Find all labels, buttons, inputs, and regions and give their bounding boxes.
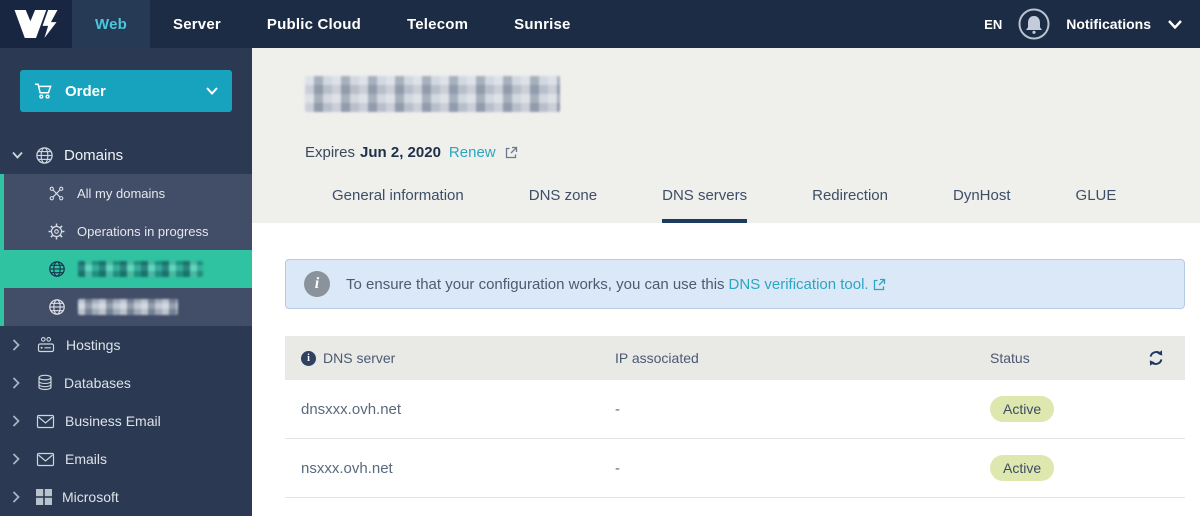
- sidebar-item-emails[interactable]: Emails: [0, 440, 252, 478]
- sidebar-item-domains[interactable]: Domains: [0, 136, 252, 174]
- cart-icon: [34, 82, 53, 100]
- tab-redirection[interactable]: Redirection: [812, 187, 888, 223]
- dns-server-cell: nsxxx.ovh.net: [301, 459, 393, 477]
- tab-dynhost[interactable]: DynHost: [953, 187, 1011, 223]
- external-link-icon[interactable]: [505, 146, 518, 159]
- chevron-right-icon: [12, 491, 20, 503]
- column-header-dns-server: i DNS server: [285, 350, 615, 366]
- microsoft-icon: [36, 489, 52, 505]
- ovh-logo[interactable]: [0, 0, 72, 48]
- envelope-icon: [36, 452, 55, 467]
- expires-date: Jun 2, 2020: [360, 144, 441, 161]
- network-nodes-icon: [48, 185, 65, 202]
- status-badge: Active: [990, 455, 1055, 481]
- sidebar-item-label: Microsoft: [62, 489, 119, 505]
- notifications-bell-icon[interactable]: [1017, 7, 1051, 41]
- submenu-item-label: All my domains: [77, 185, 166, 201]
- hostings-icon: [36, 336, 56, 354]
- chevron-right-icon: [12, 453, 20, 465]
- column-header-ip-associated: IP associated: [615, 350, 699, 366]
- globe-icon: [35, 146, 54, 165]
- nav-tab-public-cloud[interactable]: Public Cloud: [244, 0, 384, 48]
- sidebar-item-label: Business Email: [65, 413, 161, 429]
- sidebar-item-label: Databases: [64, 375, 131, 391]
- redacted-domain-name: [78, 261, 203, 277]
- sidebar-item-label: Domains: [64, 146, 124, 164]
- table-row: nsxxx.ovh.net - Active: [285, 439, 1185, 498]
- nav-tab-sunrise[interactable]: Sunrise: [491, 0, 593, 48]
- nav-tab-server[interactable]: Server: [150, 0, 244, 48]
- status-badge: Active: [990, 396, 1055, 422]
- database-icon: [36, 374, 54, 392]
- sidebar-item-all-my-domains[interactable]: All my domains: [4, 174, 252, 212]
- redacted-domain-name: [78, 299, 178, 315]
- banner-text: To ensure that your configuration works,…: [346, 275, 725, 293]
- status-cell: Active: [990, 455, 1185, 481]
- expires-line: Expires Jun 2, 2020 Renew: [305, 144, 518, 161]
- universe-nav: Web Server Public Cloud Telecom Sunrise: [72, 0, 594, 48]
- tab-dns-servers[interactable]: DNS servers: [662, 187, 748, 223]
- order-button-label: Order: [65, 82, 106, 100]
- language-selector[interactable]: EN: [984, 17, 1002, 32]
- domain-header: Expires Jun 2, 2020 Renew General inform…: [252, 48, 1200, 223]
- chevron-right-icon: [12, 415, 20, 427]
- order-chevron-down-icon: [206, 87, 218, 95]
- redacted-page-title: [305, 76, 560, 112]
- table-row: dnsxxx.ovh.net - Active: [285, 380, 1185, 439]
- status-cell: Active: [990, 396, 1185, 422]
- dns-server-cell: dnsxxx.ovh.net: [301, 400, 402, 418]
- main-content: Expires Jun 2, 2020 Renew General inform…: [252, 48, 1200, 516]
- sidebar-item-operations-in-progress[interactable]: Operations in progress: [4, 212, 252, 250]
- gear-icon: [48, 223, 65, 240]
- nav-tab-telecom[interactable]: Telecom: [384, 0, 491, 48]
- sidebar-item-selected-domain[interactable]: [4, 250, 252, 288]
- sidebar-item-second-domain[interactable]: [4, 288, 252, 326]
- tab-dns-zone[interactable]: DNS zone: [529, 187, 597, 223]
- expires-label: Expires: [305, 144, 356, 161]
- globe-icon: [48, 260, 66, 278]
- notifications-label[interactable]: Notifications: [1066, 16, 1151, 32]
- sidebar-sections: Hostings Databases Business Email Emails…: [0, 326, 252, 516]
- ovh-logo-icon: [13, 10, 59, 38]
- sidebar-item-databases[interactable]: Databases: [0, 364, 252, 402]
- renew-link[interactable]: Renew: [449, 144, 496, 161]
- refresh-icon[interactable]: [1147, 349, 1185, 367]
- ip-cell: -: [615, 400, 620, 418]
- dns-verification-tool-link[interactable]: DNS verification tool.: [729, 276, 869, 293]
- column-header-label: DNS server: [323, 350, 396, 366]
- sidebar: Order Domains All my domains Operations …: [0, 48, 252, 516]
- chevron-down-icon: [12, 151, 23, 159]
- info-icon: i: [304, 271, 330, 297]
- tab-glue[interactable]: GLUE: [1076, 187, 1117, 223]
- info-icon: i: [301, 350, 316, 366]
- notifications-chevron-down-icon[interactable]: [1168, 19, 1182, 29]
- submenu-item-label: Operations in progress: [77, 223, 209, 239]
- nav-tab-web[interactable]: Web: [72, 0, 150, 48]
- order-button[interactable]: Order: [20, 70, 232, 112]
- info-banner: i To ensure that your configuration work…: [285, 259, 1185, 309]
- chevron-right-icon: [12, 339, 20, 351]
- domain-tabs: General information DNS zone DNS servers…: [252, 187, 1200, 223]
- sidebar-item-microsoft[interactable]: Microsoft: [0, 478, 252, 516]
- sidebar-item-business-email[interactable]: Business Email: [0, 402, 252, 440]
- sidebar-item-hostings[interactable]: Hostings: [0, 326, 252, 364]
- domains-submenu: All my domains Operations in progress: [0, 174, 252, 326]
- ip-cell: -: [615, 459, 620, 477]
- top-navigation-bar: Web Server Public Cloud Telecom Sunrise …: [0, 0, 1200, 48]
- external-link-icon[interactable]: [873, 278, 886, 291]
- topbar-right-controls: EN Notifications: [984, 0, 1200, 48]
- table-header-row: i DNS server IP associated Status: [285, 336, 1185, 380]
- sidebar-item-label: Emails: [65, 451, 108, 467]
- sidebar-item-label: Hostings: [66, 337, 121, 353]
- envelope-icon: [36, 414, 55, 429]
- column-header-status: Status: [990, 350, 1030, 366]
- tab-general-information[interactable]: General information: [332, 187, 464, 223]
- chevron-right-icon: [12, 377, 20, 389]
- dns-servers-table: i DNS server IP associated Status dnsxxx…: [285, 336, 1185, 498]
- globe-icon: [48, 298, 66, 316]
